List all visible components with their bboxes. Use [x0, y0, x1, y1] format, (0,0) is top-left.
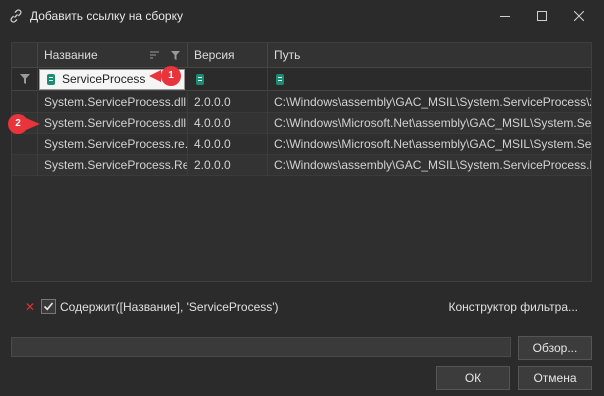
close-icon — [574, 11, 584, 21]
ok-button[interactable]: ОК — [436, 366, 510, 390]
grid-header: Название Версия Путь — [12, 43, 591, 68]
checkmark-icon — [43, 302, 54, 311]
filter-icon — [20, 74, 30, 84]
file-path-input[interactable] — [11, 337, 511, 357]
column-filter-icon[interactable] — [171, 51, 180, 60]
callout-number: 1 — [161, 66, 181, 86]
path-filter-input[interactable] — [268, 68, 591, 91]
cell-path: C:\Windows\assembly\GAC_MSIL\System.Serv… — [274, 95, 591, 109]
close-button[interactable] — [561, 0, 597, 32]
table-row[interactable]: System.ServiceProcess.re... 4.0.0.0 C:\W… — [12, 134, 591, 155]
table-row[interactable]: System.ServiceProcess.Re... 2.0.0.0 C:\W… — [12, 155, 591, 176]
row-indicator — [12, 155, 38, 176]
cell-name: System.ServiceProcess.re... — [38, 134, 188, 155]
link-icon — [8, 8, 24, 24]
filter-constructor-link[interactable]: Конструктор фильтра... — [449, 300, 579, 314]
cell-version: 2.0.0.0 — [188, 92, 268, 113]
version-filter-input[interactable] — [188, 68, 268, 91]
table-row[interactable]: System.ServiceProcess.dll 4.0.0.0 C:\Win… — [12, 113, 591, 134]
callout-1: 1 — [149, 66, 183, 86]
cell-name: System.ServiceProcess.dll — [38, 92, 188, 113]
column-header-version[interactable]: Версия — [188, 43, 268, 68]
filter-panel: ✕ Содержит([Название], 'ServiceProcess')… — [11, 292, 592, 326]
sort-icon[interactable] — [150, 51, 159, 60]
cancel-button[interactable]: Отмена — [518, 366, 592, 390]
row-indicator — [12, 92, 38, 113]
filter-row-indicator — [12, 68, 38, 91]
cell-path: C:\Windows\assembly\GAC_MSIL\System.Serv… — [274, 158, 591, 172]
clear-filter-icon[interactable]: ✕ — [25, 301, 35, 313]
assembly-grid[interactable]: Название Версия Путь ServiceProcess Syst… — [11, 42, 592, 282]
indicator-header — [12, 43, 38, 68]
callout-2: 2 — [8, 114, 46, 134]
minimize-icon — [500, 16, 510, 17]
filter-expression[interactable]: Содержит([Название], 'ServiceProcess') — [60, 300, 279, 314]
cell-path: C:\Windows\Microsoft.Net\assembly\GAC_MS… — [274, 116, 591, 130]
cell-version: 4.0.0.0 — [188, 113, 268, 134]
table-row[interactable]: System.ServiceProcess.dll 2.0.0.0 C:\Win… — [12, 92, 591, 113]
row-indicator — [12, 134, 38, 155]
cell-name: System.ServiceProcess.dll — [38, 113, 188, 134]
column-header-name[interactable]: Название — [38, 43, 188, 68]
callout-number: 2 — [8, 114, 28, 134]
filter-operator-icon[interactable] — [276, 74, 284, 85]
browse-button[interactable]: Обзор... — [518, 336, 592, 360]
cell-version: 2.0.0.0 — [188, 155, 268, 176]
cell-path: C:\Windows\Microsoft.Net\assembly\GAC_MS… — [274, 137, 591, 151]
auto-filter-row: ServiceProcess — [12, 68, 591, 91]
window-title: Добавить ссылку на сборку — [30, 9, 183, 23]
minimize-button[interactable] — [487, 0, 523, 32]
maximize-icon — [537, 11, 547, 21]
column-header-path[interactable]: Путь — [268, 43, 591, 68]
title-bar: Добавить ссылку на сборку — [0, 0, 604, 32]
maximize-button[interactable] — [524, 0, 560, 32]
cell-version: 4.0.0.0 — [188, 134, 268, 155]
filter-operator-icon[interactable] — [196, 74, 204, 85]
filter-operator-icon[interactable] — [47, 74, 55, 85]
filter-enabled-checkbox[interactable] — [41, 299, 56, 314]
cell-name: System.ServiceProcess.Re... — [38, 155, 188, 176]
